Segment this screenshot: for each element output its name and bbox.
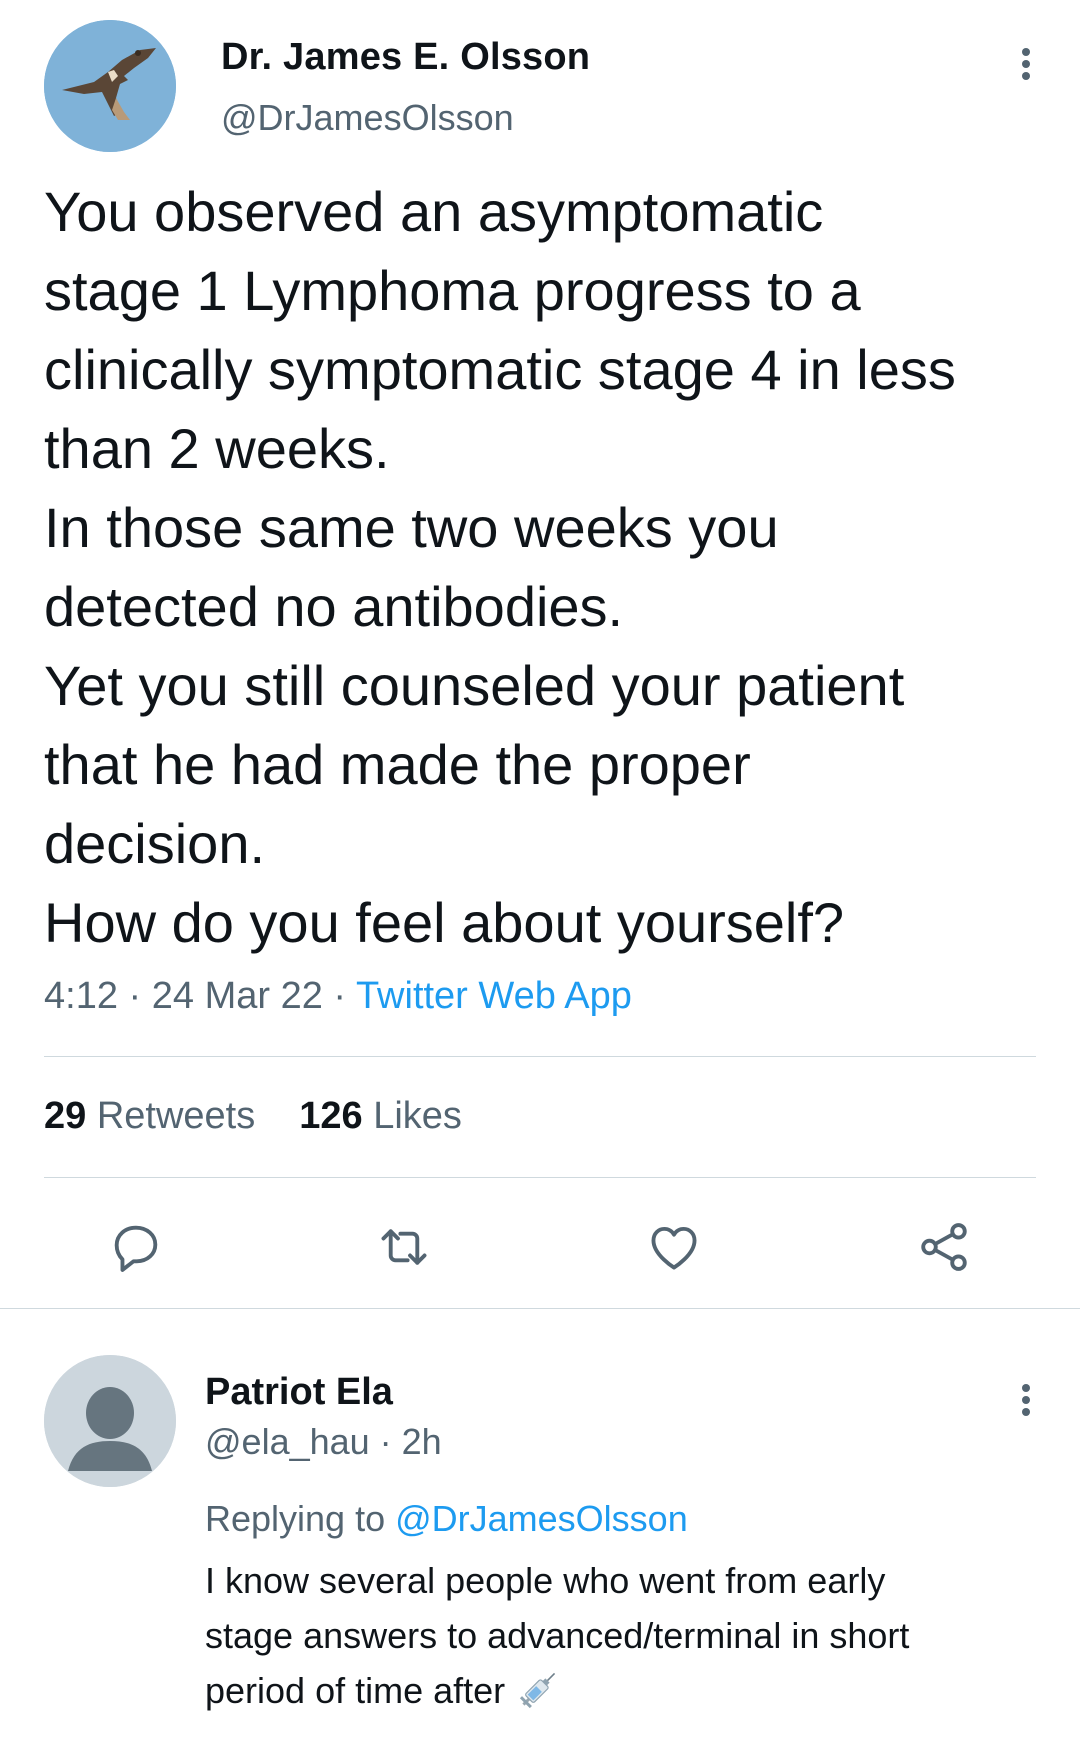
tweet-source-link[interactable]: Twitter Web App [356,975,632,1017]
author-handle[interactable]: @DrJamesOlsson [221,97,514,139]
tweet-text-line: How do you feel about yourself? [44,891,845,954]
tweet-text-line: In those same two weeks you [44,496,779,559]
meta-separator: · [322,975,356,1017]
reply-author-handle: @ela_hau · 2h [205,1421,442,1463]
replying-mention-link[interactable]: @DrJamesOlsson [395,1498,688,1539]
retweet-icon[interactable] [375,1218,433,1276]
reply-text-line: stage answers to advanced/terminal in sh… [205,1615,910,1656]
tweet-text-line: detected no antibodies. [44,575,624,638]
more-vertical-icon[interactable] [1012,1380,1040,1420]
tweet-time[interactable]: 4:12 [44,975,118,1017]
tweet-metadata: 4:12 · 24 Mar 22 · Twitter Web App [44,975,632,1018]
tweet-text-line: You observed an asymptomatic [44,180,824,243]
tweet-text-line: Yet you still counseled your patient [44,654,905,717]
likes-label: Likes [362,1095,462,1137]
reply-time: · 2h [369,1421,442,1462]
tweet-text-line: than 2 weeks. [44,417,390,480]
retweets-count: 29 [44,1095,87,1137]
reply-text-line-with-emoji: period of time after [205,1663,1045,1718]
reply-author-display-name[interactable]: Patriot Ela [205,1371,393,1414]
tweet-text-line: decision. [44,812,266,875]
reply-handle[interactable]: @ela_hau [205,1421,370,1462]
tweet-text: You observed an asymptomatic stage 1 Lym… [44,172,1044,962]
like-icon[interactable] [645,1218,703,1276]
reply-text-line: I know several people who went from earl… [205,1560,886,1601]
hawk-avatar-icon[interactable] [44,20,176,152]
divider [44,1056,1036,1057]
tweet-date[interactable]: 24 Mar 22 [152,975,323,1017]
reply-text-line: period of time after [205,1670,506,1711]
likes-count: 126 [299,1095,363,1137]
tweet-actions [0,1218,1080,1278]
tweet-text-line: that he had made the proper [44,733,751,796]
likes-stat[interactable]: 126 Likes [299,1095,462,1137]
tweet-stats: 29 Retweets 126 Likes [44,1095,462,1138]
share-icon[interactable] [915,1218,973,1276]
section-separator [0,1308,1080,1309]
author-display-name[interactable]: Dr. James E. Olsson [221,36,590,79]
retweets-stat[interactable]: 29 Retweets [44,1095,255,1137]
reply-icon[interactable] [107,1218,165,1276]
reply-text: I know several people who went from earl… [205,1553,1045,1718]
default-avatar-icon[interactable] [44,1355,176,1487]
meta-separator: · [117,975,152,1017]
replying-prefix: Replying to [205,1498,396,1539]
replying-to: Replying to @DrJamesOlsson [205,1498,688,1540]
retweets-label: Retweets [86,1095,256,1137]
more-vertical-icon[interactable] [1012,44,1040,84]
tweet-text-line: stage 1 Lymphoma progress to a [44,259,861,322]
tweet-text-line: clinically symptomatic stage 4 in less [44,338,956,401]
divider [44,1177,1036,1178]
syringe-icon [515,1665,563,1713]
